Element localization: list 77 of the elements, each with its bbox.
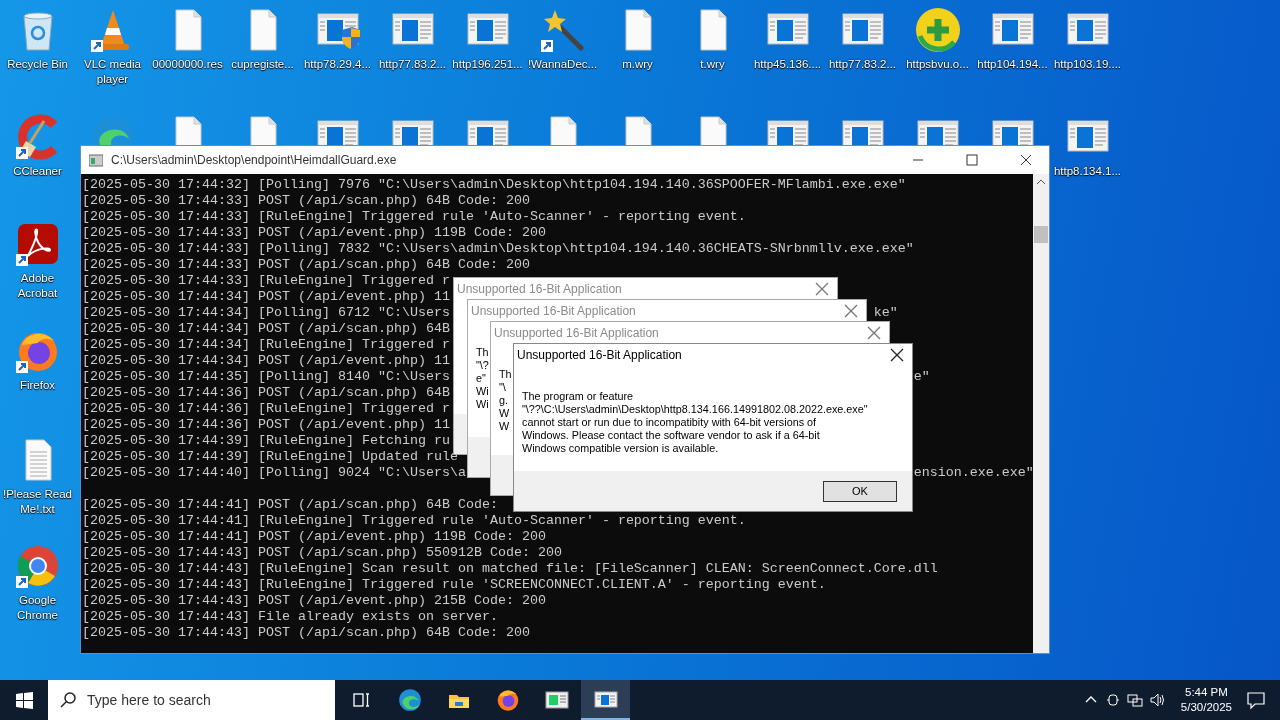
desktop-icon[interactable]: Adobe Acrobat bbox=[0, 220, 75, 301]
console-line: [2025-05-30 17:44:36] POST (/api/event.php) 11 bbox=[82, 417, 450, 433]
desktop-icon[interactable]: Google Chrome bbox=[0, 542, 75, 623]
notifications-icon[interactable] bbox=[1246, 690, 1266, 710]
desktop-icon[interactable]: http77.83.2... bbox=[375, 6, 450, 72]
search-icon bbox=[60, 692, 76, 708]
plus-circle-icon bbox=[913, 6, 962, 54]
desktop-icon[interactable]: !WannaDec... bbox=[525, 6, 600, 72]
browser-icon bbox=[396, 687, 423, 713]
console-line: [2025-05-30 17:44:33] POST (/api/event.php) 119B Code: 200 bbox=[82, 225, 546, 241]
console-line: [2025-05-30 17:44:34] POST (/api/event.php) 11 bbox=[82, 353, 450, 369]
device-icon[interactable] bbox=[1104, 692, 1121, 708]
clock[interactable]: 5:44 PM 5/30/2025 bbox=[1180, 685, 1232, 715]
console-line: [2025-05-30 17:44:32] [Polling] 7976 "C:\Users\admin\Desktop\http104.194.140.36SPOOFER-MFlambi.exe.exe" bbox=[82, 177, 906, 193]
console-line: [2025-05-30 17:44:43] [RuleEngine] Scan result on matched file: [FileScanner] CLEAN: ScreenConnect.Core.dll bbox=[82, 561, 938, 577]
desktop-icon[interactable]: http104.194... bbox=[975, 6, 1050, 72]
desktop-icon[interactable]: 00000000.res bbox=[150, 6, 225, 72]
desktop-icon[interactable]: http78.29.4... bbox=[300, 6, 375, 72]
desktop-icon[interactable]: CCleaner bbox=[0, 113, 75, 179]
desktop-icon[interactable]: Recycle Bin bbox=[0, 6, 75, 72]
dialog-title: Unsupported 16-Bit Application bbox=[494, 326, 660, 340]
dialog-title: Unsupported 16-Bit Application bbox=[471, 304, 637, 318]
desktop-icon[interactable]: http8.134.1... bbox=[1050, 113, 1125, 179]
console-line: [2025-05-30 17:44:43] POST (/api/scan.php) 64B Code: 200 bbox=[82, 625, 530, 641]
console-line: [2025-05-30 17:44:34] [RuleEngine] Triggered r bbox=[82, 337, 450, 353]
window-title: C:\Users\admin\Desktop\endpoint\HeimdallGuard.exe bbox=[111, 153, 398, 167]
console-line: [2025-05-30 17:44:43] POST (/api/event.php) 215B Code: 200 bbox=[82, 593, 546, 609]
console-line: [2025-05-30 17:44:41] POST (/api/event.php) 119B Code: 200 bbox=[82, 529, 546, 545]
desktop-icon[interactable]: http77.83.2... bbox=[825, 6, 900, 72]
console-line: [2025-05-30 17:44:33] POST (/api/scan.php) 64B Code: 200 bbox=[82, 193, 530, 209]
desktop-icon[interactable]: http45.136.... bbox=[750, 6, 825, 72]
desktop-icon[interactable]: VLC media player bbox=[75, 6, 150, 87]
desktop-icon[interactable]: t.wry bbox=[675, 6, 750, 72]
desktop-icon[interactable]: Firefox bbox=[0, 327, 75, 393]
dialog-title: Unsupported 16-Bit Application bbox=[457, 282, 623, 296]
dialog-message: The program or feature "\??\C:\Users\admin\Desktop\http8.134.166.14991802.08.2022.exe.exe" cannot start or run due to incompatibity with 64-bit versions of Windows. Please contact the software vendor to ask if a 64-bit Windows compatible version is available. bbox=[522, 390, 868, 455]
console-line: [2025-05-30 17:44:36] [RuleEngine] Triggered r bbox=[82, 401, 450, 417]
console-line: [2025-05-30 17:44:43] File already exists on server. bbox=[82, 609, 498, 625]
network-icon[interactable] bbox=[1126, 692, 1143, 708]
console-app-icon bbox=[89, 153, 103, 167]
scrollbar[interactable] bbox=[1033, 174, 1049, 653]
taskbar-app-button[interactable] bbox=[581, 680, 630, 720]
console-text-fragment: ke" bbox=[873, 305, 898, 321]
console-line: [2025-05-30 17:44:33] [RuleEngine] Triggered r bbox=[82, 273, 450, 289]
close-icon[interactable] bbox=[1020, 154, 1032, 166]
console-line: [2025-05-30 17:44:34] POST (/api/scan.php) 64B bbox=[82, 321, 450, 337]
console-line: [2025-05-30 17:44:41] POST (/api/scan.php) 64B Code: bbox=[82, 497, 498, 513]
console-line: [2025-05-30 17:44:34] POST (/api/event.php) 11 bbox=[82, 289, 450, 305]
console-line: [2025-05-30 17:44:36] POST (/api/scan.php) 64B bbox=[82, 385, 450, 401]
desktop-icon[interactable]: http103.19.... bbox=[1050, 6, 1125, 72]
console-line: [2025-05-30 17:44:33] POST (/api/scan.php) 64B Code: 200 bbox=[82, 257, 530, 273]
windows-logo-icon[interactable] bbox=[15, 691, 33, 709]
maximize-icon[interactable] bbox=[966, 154, 978, 166]
dialog-title: Unsupported 16-Bit Application bbox=[517, 348, 683, 362]
dialog-message: Th "\ g. W W bbox=[499, 368, 512, 433]
console-line: [2025-05-30 17:44:40] [Polling] 9024 "C:\Users\a bbox=[82, 465, 466, 481]
console-text-fragment: ension.exe.exe" bbox=[913, 465, 1033, 481]
console-line: [2025-05-30 17:44:33] [RuleEngine] Triggered rule 'Auto-Scanner' - reporting event. bbox=[82, 209, 746, 225]
console-line: [2025-05-30 17:44:41] [RuleEngine] Triggered rule 'Auto-Scanner' - reporting event. bbox=[82, 513, 746, 529]
console-line: [2025-05-30 17:44:33] [Polling] 7832 "C:\Users\admin\Desktop\http104.194.140.36CHEATS-SNrbnmllv.exe.exe" bbox=[82, 241, 914, 257]
speaker-icon[interactable] bbox=[1148, 692, 1165, 708]
console-line: [2025-05-30 17:44:43] [RuleEngine] Triggered rule 'SCREENCONNECT.CLIENT.A' - reporting event. bbox=[82, 577, 826, 593]
dialog-message: Th "\? e" Wi Wi bbox=[476, 346, 489, 411]
desktop-icon[interactable]: httpsbvu.o... bbox=[900, 6, 975, 72]
scrollbar-thumb[interactable] bbox=[1034, 226, 1048, 243]
console-line: [2025-05-30 17:44:43] POST (/api/scan.php) 550912B Code: 200 bbox=[82, 545, 562, 561]
ok-button[interactable]: OK bbox=[823, 480, 897, 502]
search-field[interactable]: Type here to search bbox=[48, 680, 335, 720]
console-line: [2025-05-30 17:44:35] [Polling] 8140 "C:\Users bbox=[82, 369, 450, 385]
console-line: [2025-05-30 17:44:39] [RuleEngine] Fetching ru bbox=[82, 433, 450, 449]
desktop-icon[interactable]: m.wry bbox=[600, 6, 675, 72]
close-button[interactable] bbox=[890, 348, 904, 362]
desktop-icon[interactable]: cupregiste... bbox=[225, 6, 300, 72]
desktop-icon[interactable]: !Please Read Me!.txt bbox=[0, 436, 75, 517]
console-text-fragment: e" bbox=[913, 369, 930, 385]
console-line: [2025-05-30 17:44:34] [Polling] 6712 "C:\Users bbox=[82, 305, 450, 321]
desktop-icon[interactable]: http196.251... bbox=[450, 6, 525, 72]
